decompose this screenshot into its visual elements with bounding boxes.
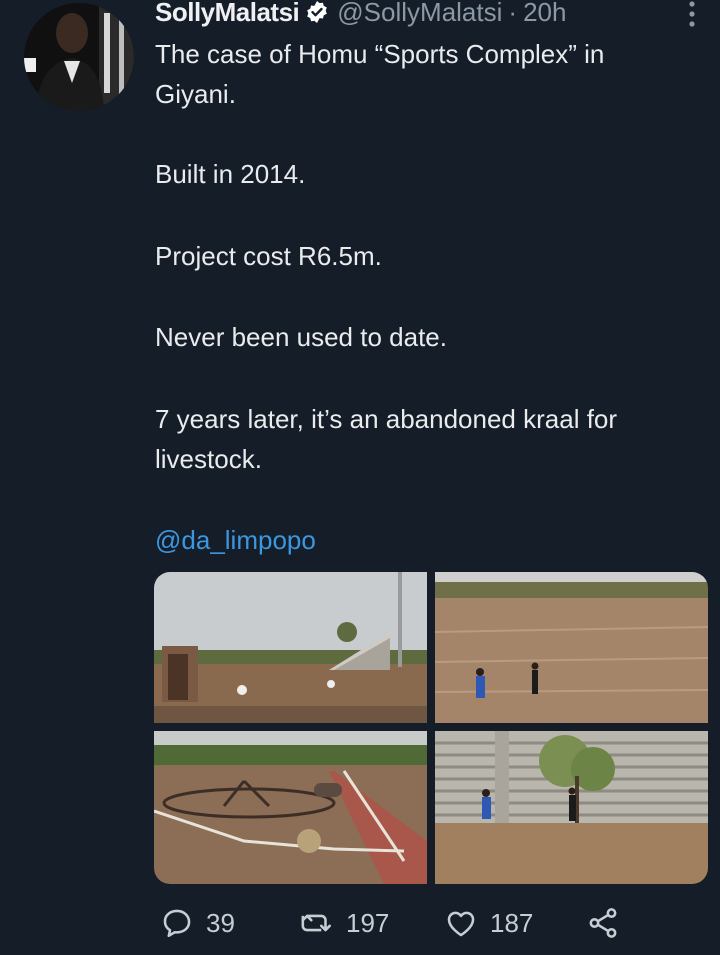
photo-grandstand[interactable] <box>435 731 708 884</box>
share-icon <box>589 908 617 938</box>
photo-stadium-outhouse[interactable] <box>154 572 427 723</box>
reply-button[interactable]: 39 <box>160 900 235 946</box>
media-grid <box>154 572 708 884</box>
like-button[interactable]: 187 <box>444 900 533 946</box>
photo-court-debris[interactable] <box>154 731 427 884</box>
photo-open-field[interactable] <box>435 572 708 723</box>
share-button[interactable] <box>586 900 620 946</box>
avatar[interactable] <box>24 3 134 111</box>
display-name[interactable]: SollyMalatsi <box>155 0 300 28</box>
like-count: 187 <box>490 907 534 938</box>
separator-dot: · <box>508 0 518 27</box>
tweet-text-line: livestock. <box>155 444 262 474</box>
retweet-icon <box>301 914 332 932</box>
timestamp[interactable]: 20h <box>523 0 566 28</box>
tweet-text-line: Project cost R6.5m. <box>155 241 382 271</box>
verified-badge-icon <box>307 1 328 23</box>
more-options-icon[interactable] <box>684 0 700 30</box>
retweet-count: 197 <box>346 907 390 938</box>
tweet-text-line: The case of Homu “Sports Complex” in <box>155 39 605 69</box>
reply-count: 39 <box>206 907 235 938</box>
tweet-text-line: Never been used to date. <box>155 322 447 352</box>
tweet-text-line: 7 years later, it’s an abandoned kraal f… <box>155 404 618 434</box>
user-handle[interactable]: @SollyMalatsi <box>337 0 502 28</box>
retweet-button[interactable]: 197 <box>300 900 389 946</box>
tweet-header: SollyMalatsi @SollyMalatsi · 20h <box>155 0 566 32</box>
reply-icon <box>163 909 191 938</box>
tweet-text-line: Giyani. <box>155 79 236 109</box>
tweet-text-line: Built in 2014. <box>155 159 306 189</box>
heart-icon <box>447 911 475 937</box>
tweet-actions-bar: 39 197 187 <box>0 900 720 950</box>
mention-link[interactable]: @da_limpopo <box>155 525 316 556</box>
